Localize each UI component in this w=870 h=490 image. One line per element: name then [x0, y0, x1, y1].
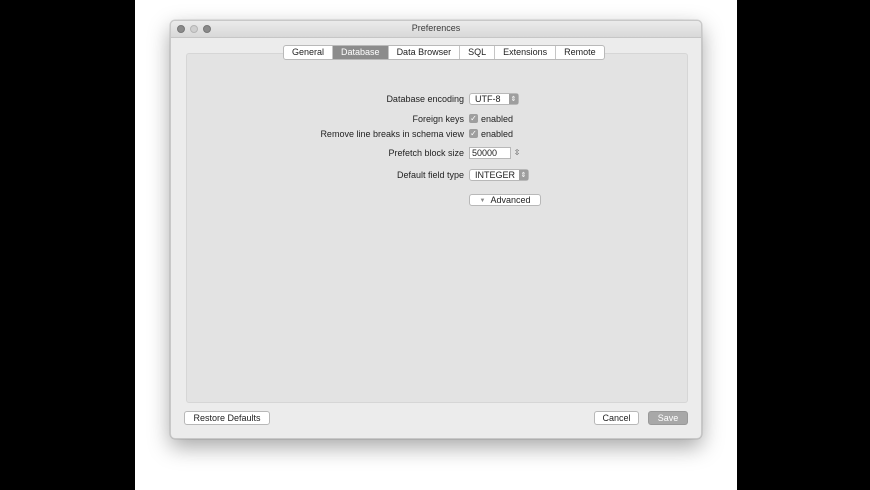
- line-breaks-row: Remove line breaks in schema view ✓ enab…: [187, 127, 687, 141]
- tab-database[interactable]: Database: [333, 46, 389, 59]
- encoding-select[interactable]: UTF-8 ⇕: [469, 93, 519, 105]
- checkmark-icon: ✓: [470, 114, 477, 123]
- title-bar[interactable]: Preferences: [171, 21, 701, 38]
- encoding-label: Database encoding: [386, 94, 464, 104]
- save-button[interactable]: Save: [648, 411, 688, 425]
- up-down-stepper-icon: ⇕: [519, 170, 528, 180]
- encoding-row: Database encoding UTF-8 ⇕: [187, 92, 687, 106]
- tab-sql[interactable]: SQL: [460, 46, 496, 59]
- prefetch-input[interactable]: 50000: [469, 147, 511, 159]
- checkmark-icon: ✓: [470, 129, 477, 138]
- field-type-select-value: INTEGER: [475, 170, 516, 180]
- advanced-disclosure-button[interactable]: ▼ Advanced: [469, 194, 541, 206]
- prefetch-row: Prefetch block size 50000 ⇳: [187, 146, 687, 160]
- foreign-keys-label: Foreign keys: [412, 114, 464, 124]
- field-type-label: Default field type: [396, 170, 464, 180]
- tab-data-browser[interactable]: Data Browser: [389, 46, 461, 59]
- foreign-keys-checkbox[interactable]: ✓: [469, 114, 478, 123]
- database-settings-panel: Database encoding UTF-8 ⇕ Foreign keys ✓…: [186, 53, 688, 403]
- line-breaks-label: Remove line breaks in schema view: [320, 129, 464, 139]
- up-down-stepper-icon: ⇕: [509, 94, 518, 104]
- preferences-window: Preferences General Database Data Browse…: [170, 20, 702, 439]
- window-title: Preferences: [411, 23, 461, 33]
- restore-defaults-button[interactable]: Restore Defaults: [184, 411, 270, 425]
- foreign-keys-option-label: enabled: [481, 114, 514, 124]
- foreign-keys-row: Foreign keys ✓ enabled: [187, 112, 687, 126]
- stepper-arrows-icon[interactable]: ⇳: [513, 147, 521, 159]
- cancel-button[interactable]: Cancel: [594, 411, 639, 425]
- disclosure-triangle-icon: ▼: [479, 198, 486, 204]
- advanced-label: Advanced: [490, 195, 531, 205]
- encoding-select-value: UTF-8: [475, 94, 501, 104]
- tab-remote[interactable]: Remote: [556, 46, 604, 59]
- field-type-select[interactable]: INTEGER ⇕: [469, 169, 529, 181]
- field-type-row: Default field type INTEGER ⇕: [187, 168, 687, 182]
- tab-extensions[interactable]: Extensions: [495, 46, 557, 59]
- preferences-tab-bar: General Database Data Browser SQL Extens…: [283, 45, 605, 60]
- tab-general[interactable]: General: [284, 46, 334, 59]
- line-breaks-checkbox[interactable]: ✓: [469, 129, 478, 138]
- line-breaks-option-label: enabled: [481, 129, 514, 139]
- prefetch-label: Prefetch block size: [388, 148, 464, 158]
